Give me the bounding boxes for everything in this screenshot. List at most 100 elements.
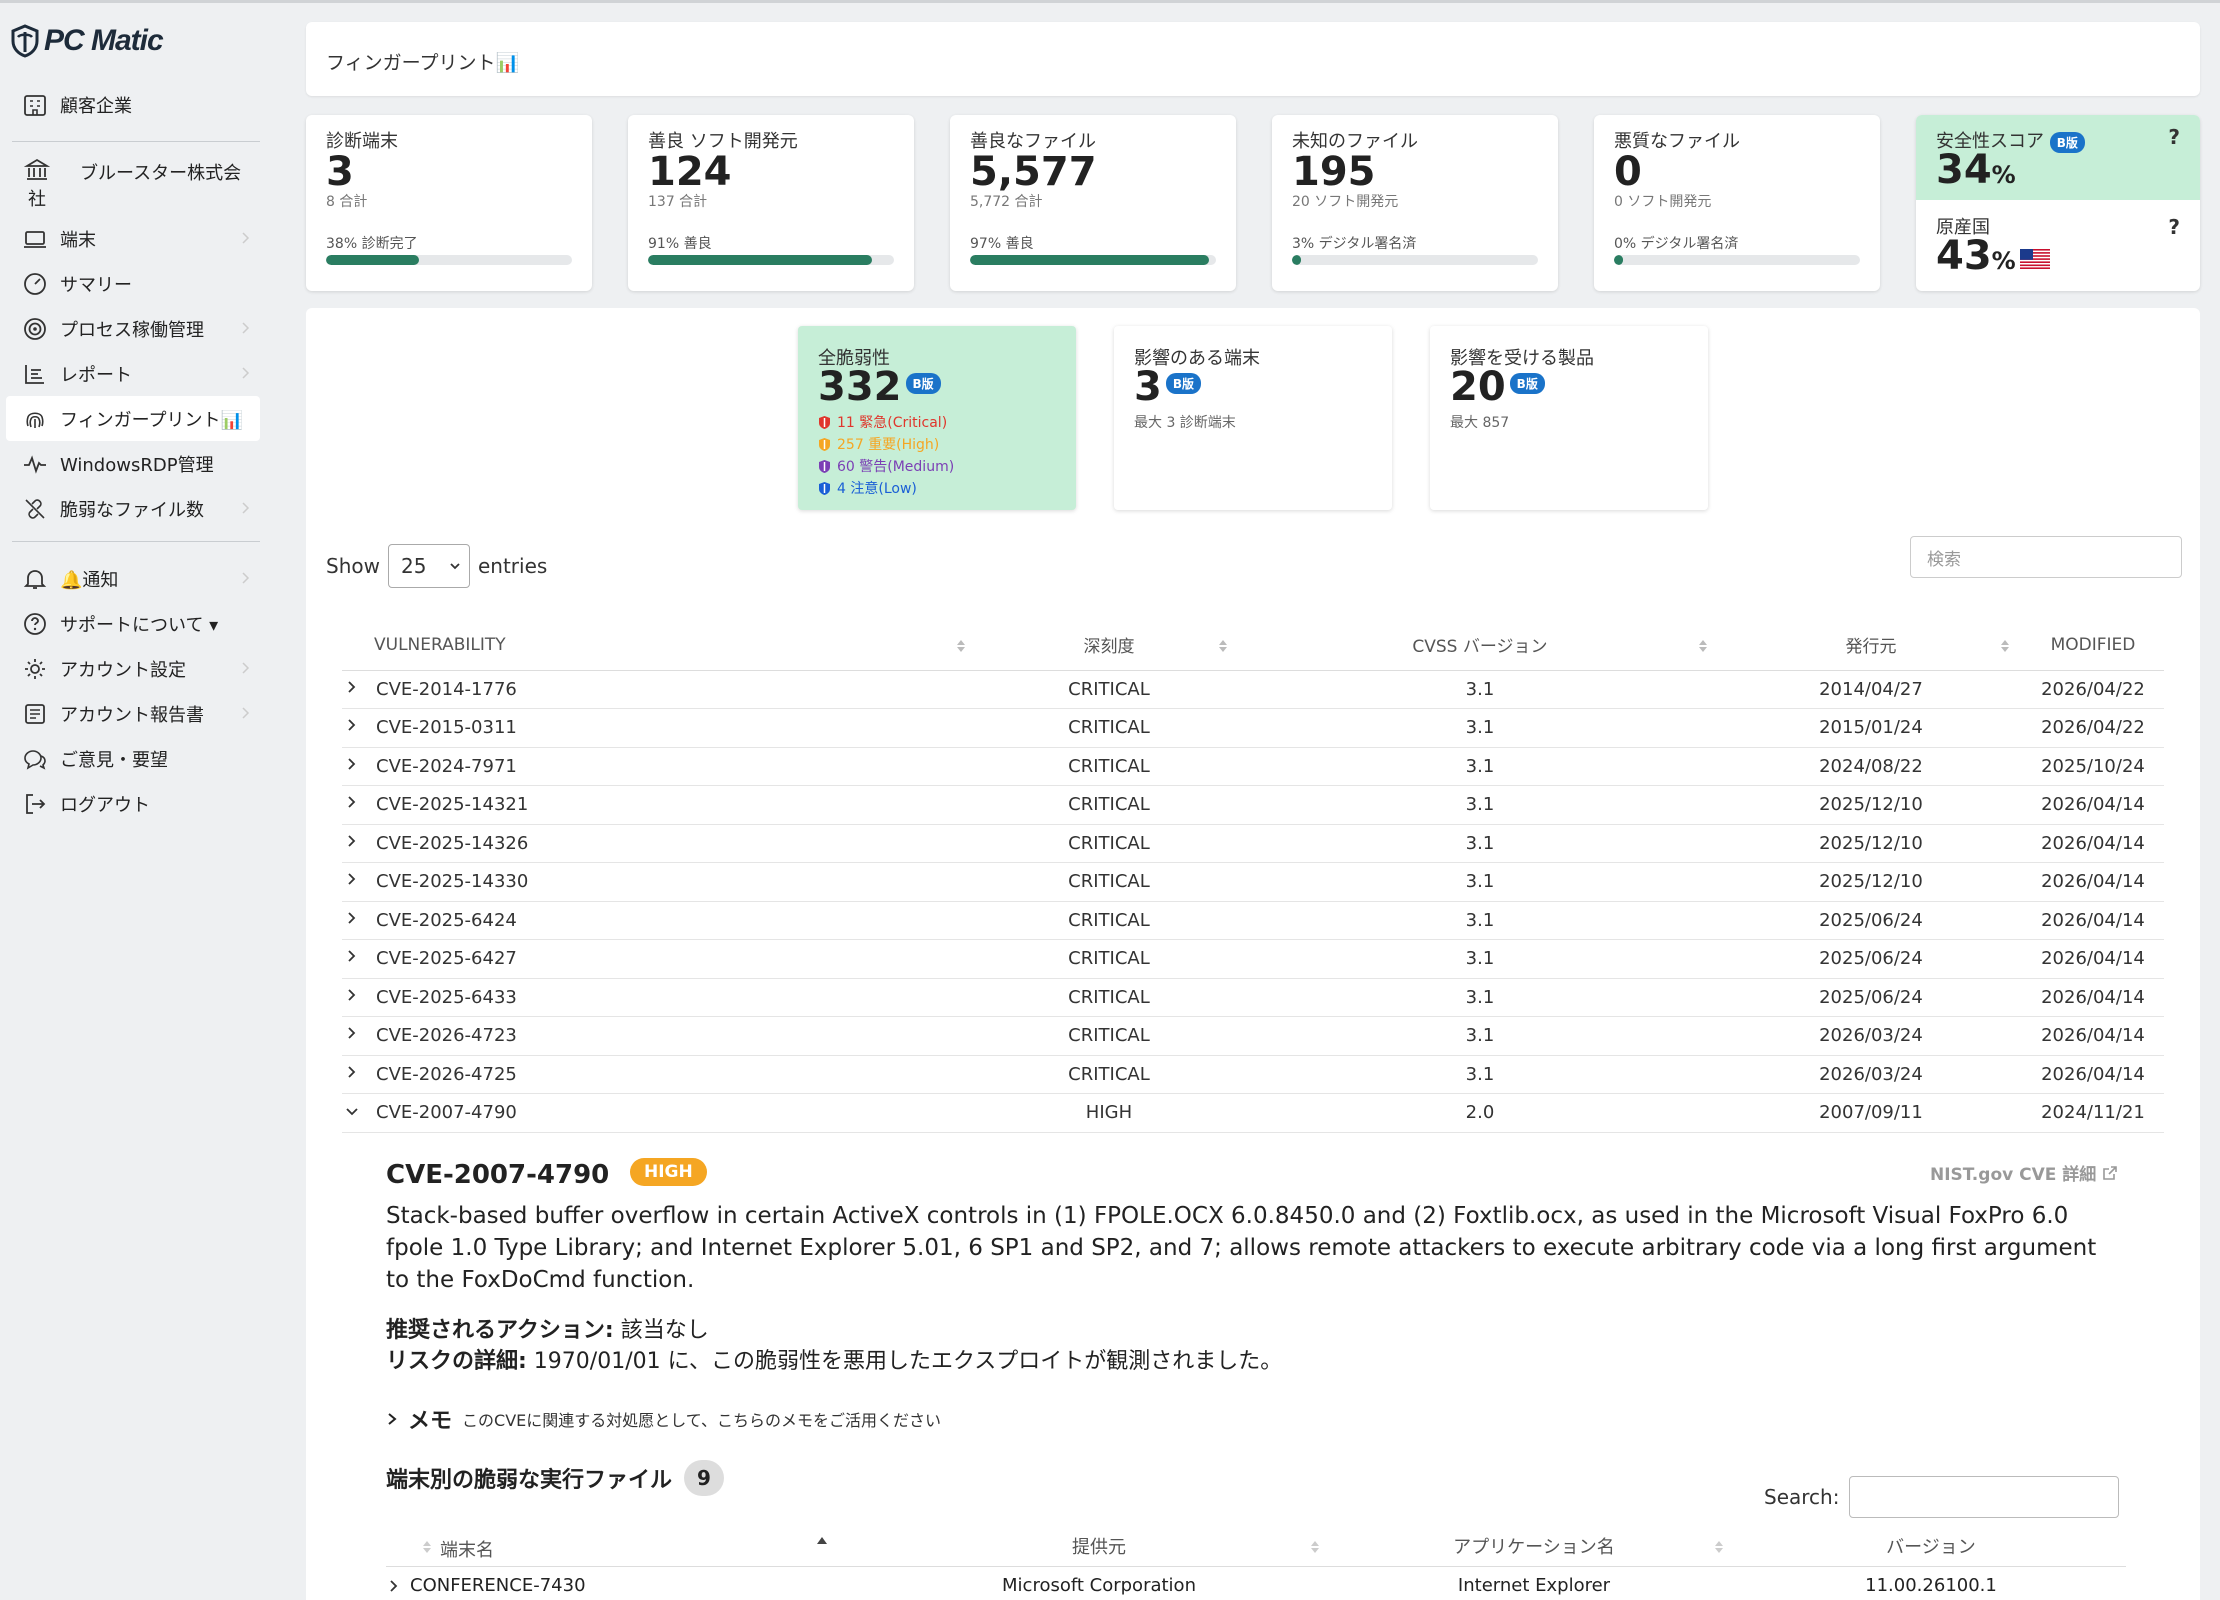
page-size-select[interactable]: 25 xyxy=(387,544,470,588)
column-header-vendor[interactable]: 提供元 xyxy=(866,1526,1332,1567)
gear-icon xyxy=(25,658,45,679)
memo-toggle[interactable]: メモ このCVEに関連する対処愿として、こちらのメモをご活用ください xyxy=(386,1403,941,1435)
cvss-version: 3.1 xyxy=(1239,1055,1720,1094)
chevron-right-icon[interactable] xyxy=(342,824,362,863)
sidebar-item-company[interactable]: ブルースター株式会 社 xyxy=(6,151,260,211)
chevron-right-icon[interactable] xyxy=(342,901,362,940)
stat-value: 124 xyxy=(648,149,732,195)
column-header-application[interactable]: アプリケーション名 xyxy=(1332,1526,1736,1567)
cvss-version: 3.1 xyxy=(1239,708,1720,748)
sidebar-item-vulnerable-files[interactable]: 脆弱なファイル数 xyxy=(6,486,260,531)
risk-details: リスクの詳細: 1970/01/01 に、この脆弱性を悪用したエクスプロイトが観… xyxy=(386,1343,1282,1375)
published-date: 2025/12/10 xyxy=(1719,785,2022,825)
column-header-version[interactable]: バージョン xyxy=(1736,1526,2126,1567)
column-header-severity[interactable]: 深刻度 xyxy=(977,620,1240,671)
chevron-right-icon[interactable] xyxy=(342,747,362,786)
severity: CRITICAL xyxy=(977,670,1240,709)
chevron-right-icon xyxy=(242,232,250,244)
beta-badge: B版 xyxy=(1509,372,1545,394)
chevron-right-icon[interactable] xyxy=(342,1055,362,1094)
column-header-cvss[interactable]: CVSS バージョン xyxy=(1239,620,1720,671)
search-input[interactable]: 検索 xyxy=(1910,536,2182,578)
chevron-right-icon[interactable] xyxy=(342,1016,362,1056)
column-header-endpoint[interactable]: 端末名 xyxy=(386,1526,866,1567)
modified-date: 2026/04/22 xyxy=(2021,670,2164,709)
stat-sub: 8 合計 xyxy=(326,194,368,210)
sidebar-item-summary[interactable]: サマリー xyxy=(6,261,260,306)
chat-icon xyxy=(24,749,46,770)
nist-cve-link[interactable]: NIST.gov CVE 詳細 xyxy=(1930,1160,2118,1185)
report-list-icon xyxy=(25,364,44,384)
chevron-right-icon xyxy=(388,1413,397,1425)
origin-value: 43% xyxy=(1936,233,2016,279)
chevron-down-icon[interactable] xyxy=(342,1093,362,1133)
building-icon xyxy=(24,94,46,116)
chevron-right-icon[interactable] xyxy=(342,862,362,902)
sidebar-item-label: アカウント報告書 xyxy=(60,704,204,726)
chevron-right-icon[interactable] xyxy=(342,978,362,1017)
chevron-right-icon[interactable] xyxy=(342,708,362,748)
table-row[interactable]: CVE-2026-4723 CRITICAL 3.1 2026/03/24 2026/0… xyxy=(342,1016,2164,1056)
header-label: バージョン xyxy=(1886,1536,1976,1558)
sidebar-item-customers[interactable]: 顧客企業 xyxy=(6,82,260,127)
cvss-version: 3.1 xyxy=(1239,824,1720,863)
help-icon[interactable]: ? xyxy=(2168,125,2180,149)
sidebar-item-support[interactable]: サポートについて ▾ xyxy=(6,601,260,646)
sidebar-item-reports[interactable]: レポート xyxy=(6,351,260,396)
vuln-products-sub: 最大 857 xyxy=(1450,415,1510,431)
sidebar-item-process[interactable]: プロセス稼働管理 xyxy=(6,306,260,351)
sidebar-item-account-settings[interactable]: アカウント設定 xyxy=(6,646,260,691)
column-header-vulnerability[interactable]: VULNERABILITY xyxy=(342,620,978,671)
cvss-version: 2.0 xyxy=(1239,1093,1720,1133)
chevron-right-icon xyxy=(242,367,250,379)
chevron-right-icon[interactable] xyxy=(388,1579,400,1593)
vuln-card-endpoints[interactable]: 影響のある端末 3 B版 最大 3 診断端末 xyxy=(1114,326,1392,510)
vuln-card-total[interactable]: 全脆弱性 332 B版 11 緊急(Critical) 257 重要(High) … xyxy=(798,326,1076,510)
sidebar-item-label: サマリー xyxy=(60,274,132,296)
table-row[interactable]: CVE-2025-6424 CRITICAL 3.1 2025/06/24 2026/0… xyxy=(342,901,2164,940)
published-date: 2025/12/10 xyxy=(1719,862,2022,902)
sidebar-item-notifications[interactable]: 🔔通知 xyxy=(6,556,260,601)
table-row[interactable]: CVE-2014-1776 CRITICAL 3.1 2014/04/27 2026/0… xyxy=(342,670,2164,709)
table-row[interactable]: CVE-2015-0311 CRITICAL 3.1 2015/01/24 2026/0… xyxy=(342,708,2164,748)
severity: CRITICAL xyxy=(977,901,1240,940)
table-row[interactable]: CVE-2026-4725 CRITICAL 3.1 2026/03/24 2026/0… xyxy=(342,1055,2164,1094)
sort-icon xyxy=(956,640,965,652)
table-row[interactable]: CVE-2007-4790 HIGH 2.0 2007/09/11 2024/11/21 xyxy=(342,1093,2164,1133)
table-row[interactable]: CVE-2025-6433 CRITICAL 3.1 2025/06/24 2026/0… xyxy=(342,978,2164,1017)
table-row[interactable]: CVE-2025-14321 CRITICAL 3.1 2025/12/10 2026/… xyxy=(342,785,2164,825)
chevron-right-icon[interactable] xyxy=(342,785,362,825)
published-date: 2025/12/10 xyxy=(1719,824,2022,863)
sidebar-item-fingerprint[interactable]: フィンガープリント📊 xyxy=(6,396,260,441)
sidebar-item-label: アカウント設定 xyxy=(60,659,186,681)
chevron-right-icon xyxy=(242,572,250,584)
sidebar-item-rdp[interactable]: WindowsRDP管理 xyxy=(6,441,260,486)
table-row[interactable]: CVE-2025-6427 CRITICAL 3.1 2025/06/24 2026/0… xyxy=(342,939,2164,979)
column-header-modified[interactable]: MODIFIED xyxy=(2021,620,2164,671)
executables-table: 端末名 提供元 アプリケーション名 バージョン CONFERENCE-7430 M… xyxy=(386,1526,2126,1600)
table-row[interactable]: CVE-2025-14326 CRITICAL 3.1 2025/12/10 2026/… xyxy=(342,824,2164,863)
help-icon[interactable]: ? xyxy=(2168,215,2180,239)
stat-value: 195 xyxy=(1292,149,1376,195)
chevron-right-icon[interactable] xyxy=(342,670,362,709)
stat-progress-bar xyxy=(1292,255,1538,265)
severity: CRITICAL xyxy=(977,824,1240,863)
sidebar-item-account-report[interactable]: アカウント報告書 xyxy=(6,691,260,736)
brand-logo[interactable]: PC Matic xyxy=(10,21,164,61)
sidebar-item-logout[interactable]: ログアウト xyxy=(6,781,260,826)
column-header-published[interactable]: 発行元 xyxy=(1719,620,2022,671)
exec-search-input[interactable] xyxy=(1849,1476,2120,1518)
bell-icon xyxy=(23,569,47,589)
sort-icon xyxy=(1218,640,1227,652)
severity-text: 11 緊急(Critical) xyxy=(837,415,948,431)
table-row[interactable]: CVE-2024-7971 CRITICAL 3.1 2024/08/22 2025/1… xyxy=(342,747,2164,786)
chevron-right-icon[interactable] xyxy=(342,939,362,979)
table-row[interactable]: CVE-2025-14330 CRITICAL 3.1 2025/12/10 2026/… xyxy=(342,862,2164,902)
sidebar-item-endpoints[interactable]: 端末 xyxy=(6,216,260,261)
sidebar-item-feedback[interactable]: ご意見・要望 xyxy=(6,736,260,781)
company-name-line1: ブルースター株式会 xyxy=(80,163,242,184)
beta-badge: B版 xyxy=(2049,131,2085,153)
stat-card-unknown-files: 未知のファイル 195 20 ソフト開発元 3% デジタル署名済 xyxy=(1272,115,1558,291)
vuln-card-products[interactable]: 影響を受ける製品 20 B版 最大 857 xyxy=(1430,326,1708,510)
table-row[interactable]: CONFERENCE-7430 Microsoft Corporation Inte… xyxy=(386,1566,2126,1600)
